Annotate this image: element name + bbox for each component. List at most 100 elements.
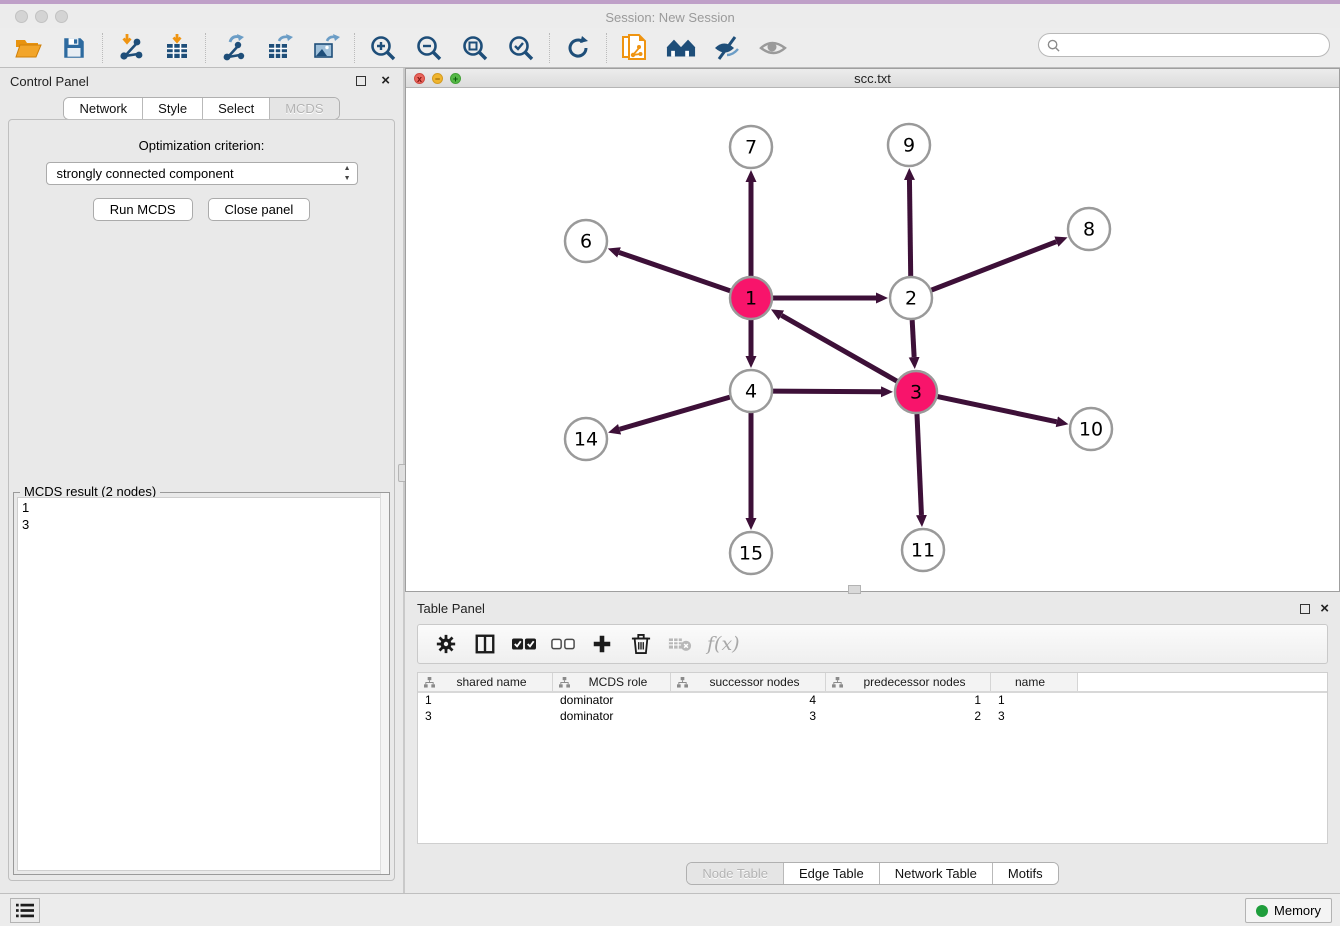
criterion-select[interactable]: strongly connected component ▲▼ — [46, 162, 358, 185]
zoom-in-icon[interactable] — [368, 33, 398, 63]
graph-node-9[interactable]: 9 — [888, 124, 930, 166]
network-graph[interactable]: 7 9 6 8 1 2 4 3 14 10 15 11 — [406, 88, 1339, 591]
graph-node-11[interactable]: 11 — [902, 529, 944, 571]
tab-style[interactable]: Style — [143, 98, 203, 119]
session-home-icon[interactable] — [666, 33, 696, 63]
table-row[interactable]: 1dominator411 — [418, 693, 1327, 709]
edge-4-3[interactable] — [773, 391, 881, 392]
memory-label: Memory — [1274, 903, 1321, 918]
run-mcds-button[interactable]: Run MCDS — [93, 198, 193, 221]
control-panel-title: Control Panel — [10, 74, 89, 89]
apply-function-icon[interactable]: f(x) — [707, 633, 740, 655]
column-header-label: shared name — [439, 675, 552, 689]
table-toolbar: f(x) — [417, 624, 1328, 664]
graph-node-1[interactable]: 1 — [730, 277, 772, 319]
import-table-icon[interactable] — [162, 33, 192, 63]
table-cell[interactable]: 1 — [826, 693, 991, 709]
edge-2-3[interactable] — [912, 320, 914, 357]
graph-node-14[interactable]: 14 — [565, 418, 607, 460]
network-window-titlebar[interactable]: x − + scc.txt — [406, 69, 1339, 88]
table-cell[interactable]: 3 — [671, 709, 826, 725]
svg-text:4: 4 — [745, 381, 757, 403]
edge-2-8[interactable] — [932, 242, 1057, 290]
zoom-out-icon[interactable] — [414, 33, 444, 63]
graph-node-6[interactable]: 6 — [565, 220, 607, 262]
table-cell[interactable]: 1 — [991, 693, 1078, 709]
control-panel: Control Panel × NetworkStyleSelectMCDS O… — [0, 68, 403, 893]
graph-node-2[interactable]: 2 — [890, 277, 932, 319]
optimization-criterion-label: Optimization criterion: — [9, 138, 394, 153]
column-header-shared-name[interactable]: shared name — [418, 673, 553, 691]
edge-3-1[interactable] — [781, 315, 896, 381]
table-cell[interactable]: 4 — [671, 693, 826, 709]
edge-2-9[interactable] — [909, 180, 910, 276]
table-panel-tabs: Node TableEdge TableNetwork TableMotifs — [686, 862, 1058, 885]
hide-details-icon[interactable] — [712, 33, 742, 63]
select-all-columns-icon[interactable] — [512, 632, 536, 656]
memory-button[interactable]: Memory — [1245, 898, 1332, 923]
network-canvas[interactable]: 7 9 6 8 1 2 4 3 14 10 15 11 — [406, 88, 1339, 591]
clone-network-icon[interactable] — [620, 33, 650, 63]
node-table[interactable]: shared nameMCDS rolesuccessor nodesprede… — [417, 672, 1328, 844]
show-details-icon[interactable] — [758, 33, 788, 63]
close-table-panel-icon[interactable]: × — [1320, 600, 1329, 618]
search-input[interactable] — [1060, 38, 1329, 52]
zoom-fit-icon[interactable] — [460, 33, 490, 63]
delete-table-icon[interactable] — [668, 632, 692, 656]
column-header-successor-nodes[interactable]: successor nodes — [671, 673, 826, 691]
search-field[interactable] — [1038, 33, 1330, 57]
mcds-result-text[interactable]: 13 — [17, 497, 386, 871]
float-panel-icon[interactable] — [356, 76, 366, 86]
graph-node-3[interactable]: 3 — [895, 371, 937, 413]
float-table-panel-icon[interactable] — [1300, 604, 1310, 614]
export-network-icon[interactable] — [219, 33, 249, 63]
table-cell[interactable]: dominator — [553, 709, 671, 725]
column-header-predecessor-nodes[interactable]: predecessor nodes — [826, 673, 991, 691]
column-header-name[interactable]: name — [991, 673, 1078, 691]
column-header-MCDS-role[interactable]: MCDS role — [553, 673, 671, 691]
edge-3-11[interactable] — [917, 414, 921, 515]
save-session-icon[interactable] — [59, 33, 89, 63]
task-console-button[interactable] — [10, 898, 40, 923]
mcds-tab-content: Optimization criterion: strongly connect… — [8, 119, 395, 881]
tab-motifs[interactable]: Motifs — [993, 863, 1058, 884]
horizontal-splitter-grip[interactable] — [848, 585, 861, 594]
add-column-icon[interactable] — [590, 632, 614, 656]
result-scrollbar[interactable] — [380, 493, 389, 874]
table-cell[interactable]: 3 — [418, 709, 553, 725]
table-cell[interactable]: 1 — [418, 693, 553, 709]
split-columns-icon[interactable] — [473, 632, 497, 656]
import-network-icon[interactable] — [116, 33, 146, 63]
close-panel-button[interactable]: Close panel — [208, 198, 311, 221]
edge-4-14[interactable] — [620, 397, 730, 429]
zoom-selected-icon[interactable] — [506, 33, 536, 63]
edge-3-10[interactable] — [938, 397, 1057, 422]
refresh-view-icon[interactable] — [563, 33, 593, 63]
deselect-all-columns-icon[interactable] — [551, 632, 575, 656]
graph-node-7[interactable]: 7 — [730, 126, 772, 168]
export-image-icon[interactable] — [311, 33, 341, 63]
tab-network-table[interactable]: Network Table — [880, 863, 993, 884]
table-cell[interactable]: dominator — [553, 693, 671, 709]
tab-select[interactable]: Select — [203, 98, 270, 119]
tab-node-table[interactable]: Node Table — [687, 863, 784, 884]
svg-text:1: 1 — [745, 288, 757, 310]
edge-1-6[interactable] — [619, 252, 730, 290]
graph-node-4[interactable]: 4 — [730, 370, 772, 412]
close-panel-icon[interactable]: × — [381, 72, 390, 90]
graph-node-10[interactable]: 10 — [1070, 408, 1112, 450]
table-cell[interactable]: 3 — [991, 709, 1078, 725]
export-table-icon[interactable] — [265, 33, 295, 63]
table-row[interactable]: 3dominator323 — [418, 709, 1327, 725]
svg-text:9: 9 — [903, 135, 915, 157]
tab-edge-table[interactable]: Edge Table — [784, 863, 880, 884]
graph-node-8[interactable]: 8 — [1068, 208, 1110, 250]
graph-node-15[interactable]: 15 — [730, 532, 772, 574]
table-settings-icon[interactable] — [434, 632, 458, 656]
table-cell[interactable]: 2 — [826, 709, 991, 725]
tab-mcds[interactable]: MCDS — [270, 98, 338, 119]
tab-network[interactable]: Network — [64, 98, 143, 119]
open-session-icon[interactable] — [13, 33, 43, 63]
delete-column-icon[interactable] — [629, 632, 653, 656]
svg-text:10: 10 — [1079, 419, 1103, 441]
